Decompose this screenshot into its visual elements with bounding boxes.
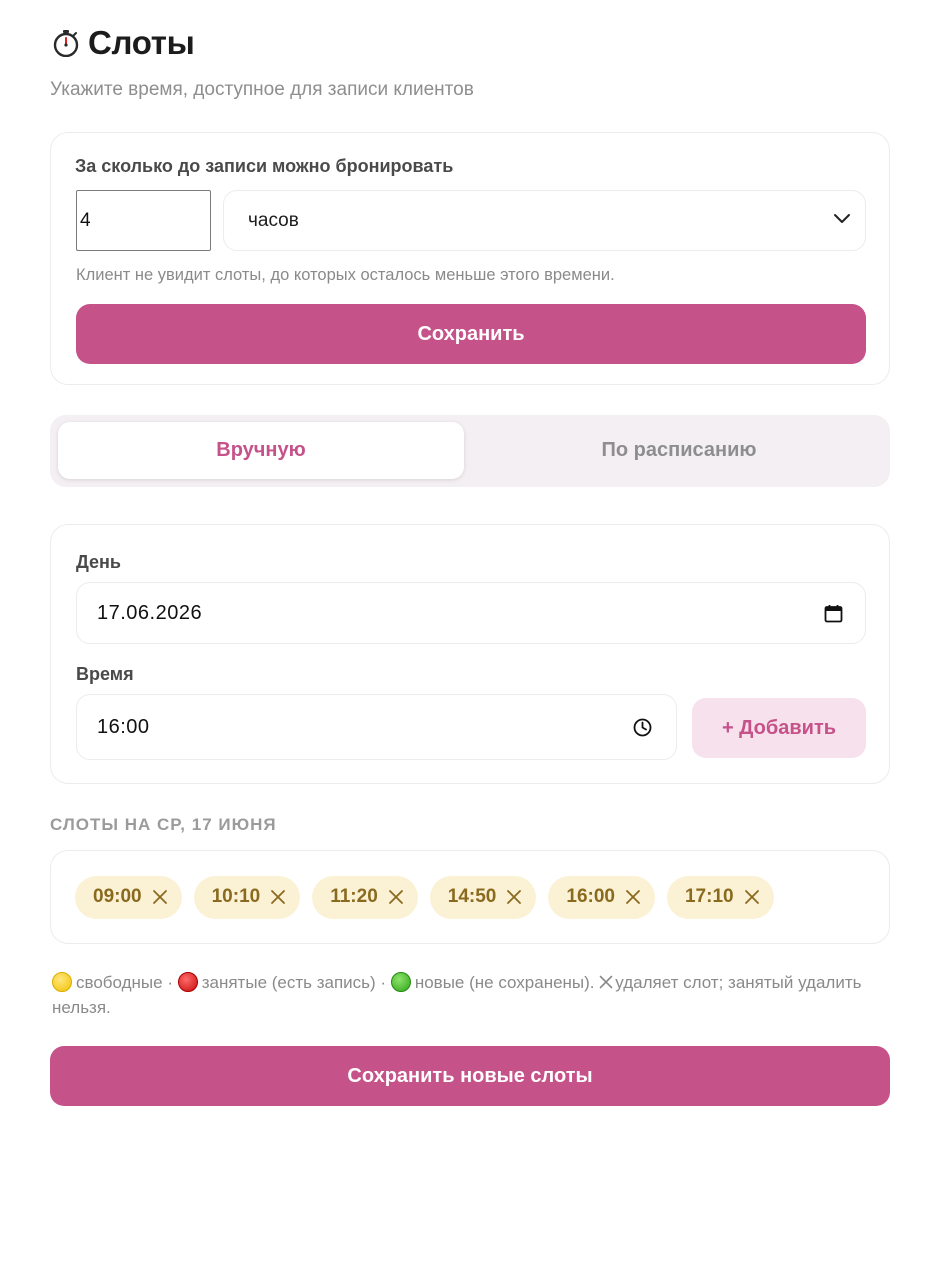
mode-segmented-control: Вручную По расписанию: [50, 415, 890, 487]
tab-schedule[interactable]: По расписанию: [476, 422, 882, 479]
save-lead-time-button[interactable]: Сохранить: [76, 304, 866, 364]
slot-chip[interactable]: 17:10: [666, 875, 774, 919]
slots-legend: свободные · занятые (есть запись) · новы…: [52, 970, 888, 1020]
slot-chip[interactable]: 16:00: [548, 875, 655, 919]
day-date-input[interactable]: 17.06.2026: [76, 582, 866, 644]
slot-chip[interactable]: 09:00: [75, 875, 182, 919]
slot-time-input[interactable]: 16:00: [76, 694, 677, 760]
slot-chip-time: 14:50: [447, 886, 497, 907]
close-icon[interactable]: [152, 889, 168, 905]
slot-time-value: 16:00: [97, 715, 150, 738]
close-icon[interactable]: [506, 889, 522, 905]
calendar-icon[interactable]: [824, 604, 843, 623]
page-subtitle: Укажите время, доступное для записи клие…: [50, 79, 474, 100]
time-label: Время: [76, 664, 134, 684]
slot-chip-time: 11:20: [330, 886, 378, 907]
close-icon[interactable]: [388, 889, 404, 905]
slot-chip[interactable]: 10:10: [193, 875, 301, 919]
slot-chip-time: 17:10: [684, 886, 734, 907]
add-slot-button[interactable]: + Добавить: [692, 698, 866, 758]
slot-chip-time: 16:00: [566, 886, 615, 907]
lead-time-unit-value: часов: [248, 209, 299, 231]
lead-time-amount-input[interactable]: 4: [76, 190, 211, 251]
slots-page: Слоты Укажите время, доступное для запис…: [50, 24, 890, 1106]
slot-chip[interactable]: 14:50: [429, 875, 537, 919]
page-title: Слоты: [88, 24, 195, 61]
lead-time-hint: Клиент не увидит слоты, до которых остал…: [76, 266, 615, 284]
close-icon[interactable]: [625, 889, 641, 905]
page-header: Слоты: [50, 24, 890, 62]
lead-time-unit-select[interactable]: часов: [223, 190, 866, 251]
save-new-slots-button[interactable]: Сохранить новые слоты: [50, 1046, 890, 1106]
tab-manual[interactable]: Вручную: [58, 422, 464, 479]
red-circle-icon: [177, 972, 198, 992]
booking-lead-time-card: За сколько до записи можно бронировать 4…: [50, 132, 890, 385]
close-icon[interactable]: [744, 889, 760, 905]
legend-busy: занятые (есть запись) ·: [201, 973, 387, 992]
legend-new: новые (не сохранены).: [414, 973, 595, 992]
close-icon[interactable]: [270, 889, 286, 905]
clock-icon[interactable]: [633, 718, 652, 737]
slot-chips-card: 09:00 10:10 11:20 14:50 16:00 17:10: [50, 850, 890, 944]
yellow-circle-icon: [52, 972, 72, 992]
day-label: День: [76, 552, 121, 572]
booking-lead-time-label: За сколько до записи можно бронировать: [75, 156, 454, 176]
close-icon: [599, 975, 613, 989]
slots-section-title: Слоты на ср, 17 июня: [50, 815, 277, 834]
slot-chip-time: 09:00: [93, 886, 142, 907]
add-slot-card: День 17.06.2026 Время 16:00 + Добавить: [50, 524, 890, 784]
chevron-down-icon: [834, 214, 850, 223]
slot-chip-time: 10:10: [211, 886, 261, 907]
stopwatch-icon: [53, 30, 79, 57]
slot-chip[interactable]: 11:20: [312, 875, 418, 919]
green-circle-icon: [390, 972, 411, 992]
legend-free: свободные ·: [76, 973, 173, 992]
day-date-value: 17.06.2026: [97, 601, 203, 624]
